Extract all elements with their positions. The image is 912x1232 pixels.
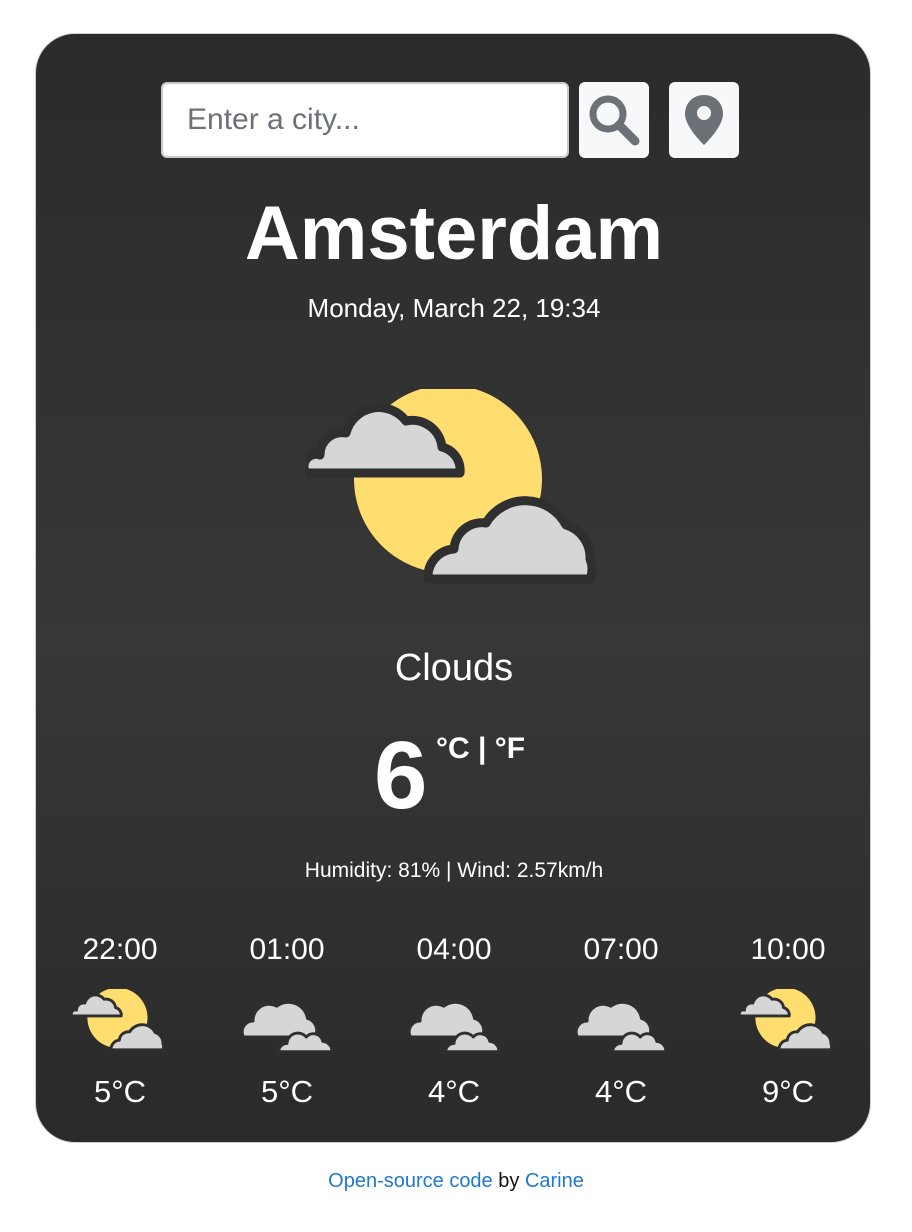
weather-details: Humidity: 81% | Wind: 2.57km/h [304, 859, 604, 882]
partly-cloudy-icon [40, 986, 200, 1056]
author-link[interactable]: Carine [525, 1170, 584, 1192]
current-location-button[interactable] [669, 82, 739, 158]
forecast-time: 04:00 [416, 933, 492, 966]
forecast-item: 04:00 4°C [374, 930, 534, 1112]
hourly-forecast: 22:00 5°C 01:00 5°C 04:00 4°C 07:00 4°C … [36, 930, 872, 1130]
weather-description: Clouds [394, 647, 514, 689]
forecast-time: 22:00 [82, 933, 158, 966]
clouds-icon [207, 986, 367, 1056]
forecast-time: 10:00 [750, 933, 826, 966]
current-date: Monday, March 22, 19:34 [307, 293, 601, 323]
map-pin-icon [685, 95, 723, 145]
clouds-icon [541, 986, 701, 1056]
city-search-input[interactable] [161, 82, 569, 158]
clouds-icon [374, 986, 534, 1056]
footer-by-text: by [492, 1170, 525, 1192]
forecast-item: 07:00 4°C [541, 930, 701, 1112]
forecast-temp: 4°C [594, 1074, 648, 1109]
footer: Open-source code by Carine [0, 1168, 912, 1194]
unit-toggle: °C | °F [436, 732, 525, 766]
search-button[interactable] [579, 82, 649, 158]
forecast-time: 01:00 [249, 933, 325, 966]
forecast-temp: 5°C [260, 1074, 314, 1109]
forecast-item: 01:00 5°C [207, 930, 367, 1112]
forecast-item: 10:00 9°C [708, 930, 868, 1112]
forecast-item: 22:00 5°C [40, 930, 200, 1112]
weather-card: Amsterdam Monday, March 22, 19:34 Clouds… [35, 33, 871, 1143]
partly-cloudy-icon [708, 986, 868, 1056]
celsius-link[interactable]: °C [436, 732, 470, 765]
forecast-temp: 9°C [761, 1074, 815, 1109]
temperature-value: 6 [374, 722, 428, 829]
unit-separator: | [469, 732, 495, 765]
forecast-temp: 5°C [93, 1074, 147, 1109]
city-name: Amsterdam [244, 191, 664, 276]
search-icon [589, 95, 640, 146]
fahrenheit-link[interactable]: °F [495, 732, 525, 765]
forecast-time: 07:00 [583, 933, 659, 966]
forecast-temp: 4°C [427, 1074, 481, 1109]
source-code-link[interactable]: Open-source code [328, 1170, 493, 1192]
partly-cloudy-icon [306, 389, 606, 594]
